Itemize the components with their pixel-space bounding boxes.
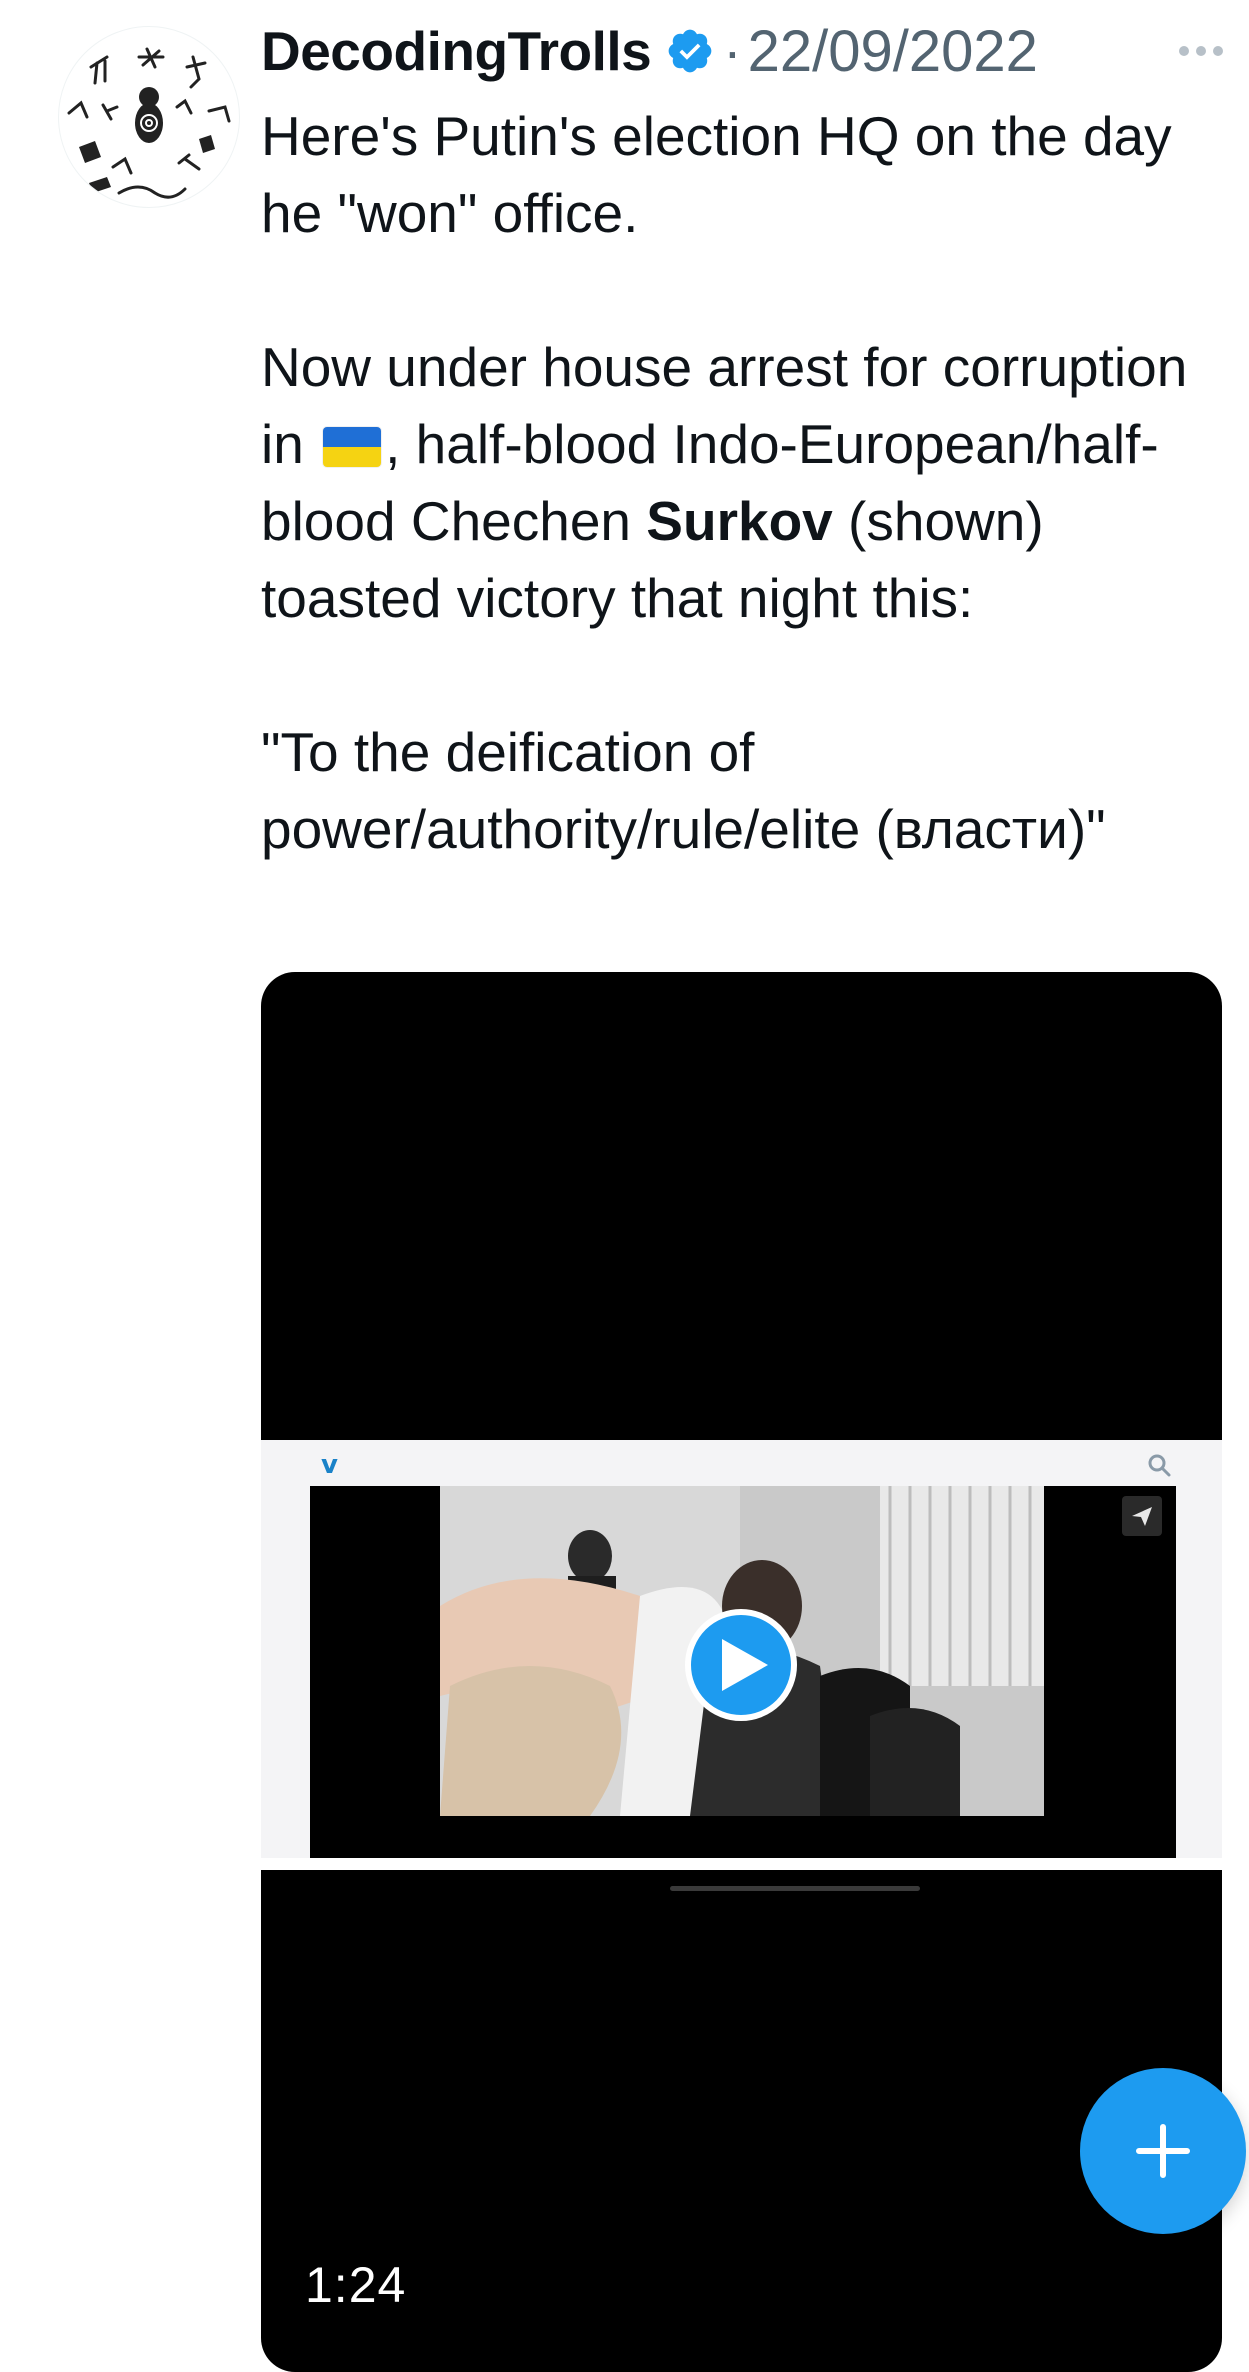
video-player[interactable]: v 1:24	[261, 972, 1222, 2372]
tweet-bold-name: Surkov	[646, 490, 833, 552]
author-name[interactable]: DecodingTrolls	[261, 19, 652, 83]
vimeo-logo: v	[321, 1450, 338, 1480]
tweet-header: DecodingTrolls · 22/09/2022	[261, 14, 1231, 88]
caption-strip	[261, 1858, 1222, 1870]
tweet-text: Here's Putin's election HQ on the day he…	[261, 98, 1221, 868]
tweet-paragraph-2: Now under house arrest for corruption in…	[261, 329, 1221, 637]
more-icon	[1179, 46, 1223, 56]
play-icon	[722, 1639, 768, 1691]
tweet-paragraph-1: Here's Putin's election HQ on the day he…	[261, 105, 1172, 244]
tweet-quote: "To the deification of power/authority/r…	[261, 721, 1106, 860]
video-duration: 1:24	[305, 2257, 407, 2313]
tweet-date[interactable]: 22/09/2022	[748, 18, 1038, 85]
compose-button[interactable]	[1080, 2068, 1246, 2234]
play-button[interactable]	[685, 1609, 797, 1721]
header-separator: ·	[723, 20, 742, 82]
ukraine-flag-emoji	[323, 427, 382, 467]
avatar[interactable]	[58, 26, 240, 208]
petroglyph-avatar-image	[67, 47, 231, 199]
plus-icon	[1136, 2124, 1190, 2178]
search-icon	[1146, 1452, 1172, 1478]
video-scrubber	[670, 1886, 920, 1891]
send-icon	[1122, 1496, 1162, 1536]
more-options-button[interactable]	[1171, 21, 1231, 81]
verified-badge-icon	[665, 26, 715, 76]
